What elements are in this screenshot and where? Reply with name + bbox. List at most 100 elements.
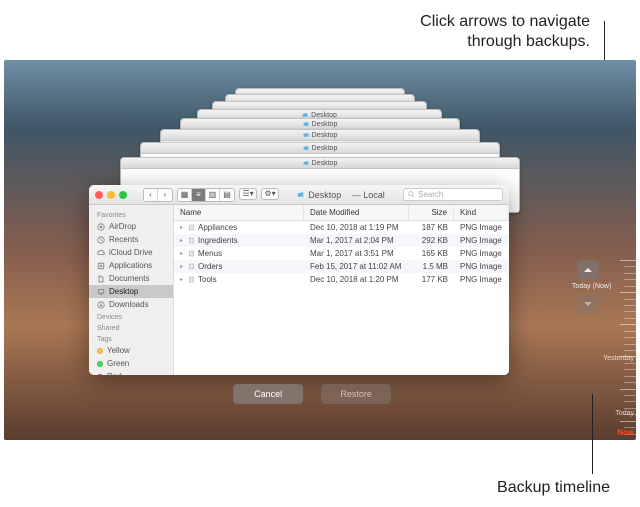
file-name: Menus bbox=[198, 249, 222, 258]
column-kind[interactable]: Kind bbox=[454, 205, 509, 220]
search-input[interactable]: Search bbox=[403, 188, 503, 201]
sidebar-item-label: Applications bbox=[109, 261, 152, 270]
disclosure-triangle-icon[interactable]: ▸ bbox=[180, 250, 185, 257]
sidebar-item-yellow[interactable]: Yellow bbox=[89, 344, 173, 357]
disclosure-triangle-icon[interactable]: ▸ bbox=[180, 276, 185, 283]
annotation-top: Click arrows to navigate through backups… bbox=[420, 12, 590, 52]
list-view-icon[interactable]: ≡ bbox=[192, 189, 206, 201]
annotation-top-text: Click arrows to navigate through backups… bbox=[420, 13, 590, 50]
file-size: 165 KB bbox=[409, 247, 454, 260]
timeline-tick bbox=[624, 286, 636, 287]
sidebar-item-documents[interactable]: Documents bbox=[89, 272, 173, 285]
tag-dot-icon bbox=[97, 361, 103, 367]
table-row[interactable]: ▸ Orders Feb 15, 2017 at 11:02 AM1.5 MBPNG… bbox=[174, 260, 509, 273]
timeline-tick bbox=[624, 344, 636, 345]
file-size: 187 KB bbox=[409, 221, 454, 234]
timeline-tick bbox=[620, 324, 636, 325]
file-icon bbox=[188, 224, 195, 231]
timeline-tick bbox=[620, 421, 636, 422]
arrange-menu[interactable]: ☰▾ bbox=[239, 188, 257, 200]
close-icon[interactable] bbox=[95, 191, 103, 199]
sidebar-item-label: AirDrop bbox=[109, 222, 136, 231]
timeline-tick bbox=[624, 305, 636, 306]
file-size: 292 KB bbox=[409, 234, 454, 247]
file-date: Feb 15, 2017 at 11:02 AM bbox=[304, 260, 409, 273]
annotation-bottom: Backup timeline bbox=[497, 479, 610, 497]
icon-view-icon[interactable]: ▦ bbox=[178, 189, 192, 201]
file-icon bbox=[188, 276, 195, 283]
sidebar-item-downloads[interactable]: Downloads bbox=[89, 298, 173, 311]
nav-newer-button[interactable] bbox=[577, 294, 599, 314]
gallery-view-icon[interactable]: ▤ bbox=[220, 189, 234, 201]
column-headers[interactable]: Name Date Modified Size Kind bbox=[174, 205, 509, 221]
file-icon bbox=[188, 237, 195, 244]
chevron-down-icon bbox=[583, 299, 593, 309]
file-name: Tools bbox=[198, 275, 217, 284]
sidebar-item-desktop[interactable]: Desktop bbox=[89, 285, 173, 298]
back-icon[interactable]: ‹ bbox=[144, 189, 158, 201]
sidebar-item-icloud-drive[interactable]: iCloud Drive bbox=[89, 246, 173, 259]
table-row[interactable]: ▸ToolsDec 10, 2018 at 1:20 PM177 KBPNG I… bbox=[174, 273, 509, 286]
column-name[interactable]: Name bbox=[174, 205, 304, 220]
folder-icon bbox=[297, 191, 304, 198]
download-icon bbox=[97, 301, 105, 309]
sidebar-item-label: Yellow bbox=[107, 346, 130, 355]
file-name: Orders bbox=[198, 262, 222, 271]
sidebar-item-red[interactable]: Red bbox=[89, 370, 173, 375]
column-view-icon[interactable]: ▥ bbox=[206, 189, 220, 201]
clock-icon bbox=[97, 236, 105, 244]
file-size: 1.5 MB bbox=[409, 260, 454, 273]
minimize-icon[interactable] bbox=[107, 191, 115, 199]
timeline-tick bbox=[620, 389, 636, 390]
sidebar-item-airdrop[interactable]: AirDrop bbox=[89, 220, 173, 233]
sidebar-item-recents[interactable]: Recents bbox=[89, 233, 173, 246]
file-icon bbox=[188, 263, 195, 270]
disclosure-triangle-icon[interactable]: ▸ bbox=[180, 237, 185, 244]
file-kind: PNG Image bbox=[454, 221, 509, 234]
column-size[interactable]: Size bbox=[409, 205, 454, 220]
folder-icon bbox=[303, 160, 309, 166]
cancel-button[interactable]: Cancel bbox=[233, 384, 303, 404]
timeline-tick bbox=[624, 350, 636, 351]
file-name: Appliances bbox=[198, 223, 237, 232]
desktop-icon bbox=[97, 288, 105, 296]
view-mode-segment[interactable]: ▦ ≡ ▥ ▤ bbox=[177, 188, 235, 202]
backup-timeline[interactable]: YesterdayTodayNow bbox=[600, 260, 636, 440]
folder-icon bbox=[303, 145, 309, 151]
nav-back-forward[interactable]: ‹ › bbox=[143, 188, 173, 202]
restore-button[interactable]: Restore bbox=[321, 384, 391, 404]
timeline-tick bbox=[624, 408, 636, 409]
zoom-icon[interactable] bbox=[119, 191, 127, 199]
sidebar-item-label: Downloads bbox=[109, 300, 149, 309]
table-row[interactable]: ▸IngredientsMar 1, 2017 at 2:04 PM292 KB… bbox=[174, 234, 509, 247]
timeline-tick bbox=[624, 311, 636, 312]
file-date: Mar 1, 2017 at 3:51 PM bbox=[304, 247, 409, 260]
sidebar-item-green[interactable]: Green bbox=[89, 357, 173, 370]
file-date: Mar 1, 2017 at 2:04 PM bbox=[304, 234, 409, 247]
disclosure-triangle-icon[interactable]: ▸ bbox=[180, 224, 185, 231]
file-kind: PNG Image bbox=[454, 234, 509, 247]
sidebar-item-label: Red bbox=[107, 372, 122, 375]
timeline-tick bbox=[624, 273, 636, 274]
file-listing: Name Date Modified Size Kind ▸ Appliances… bbox=[174, 205, 509, 375]
sidebar-heading: Favorites bbox=[89, 209, 173, 220]
time-machine-scene: Desktop Desktop Desktop Desktop Desktop … bbox=[4, 60, 636, 440]
timeline-tick bbox=[624, 331, 636, 332]
table-row[interactable]: ▸ Menus Mar 1, 2017 at 3:51 PM165 KBPNG Im… bbox=[174, 247, 509, 260]
sidebar-item-label: Green bbox=[107, 359, 129, 368]
cloud-icon bbox=[97, 249, 105, 257]
timeline-tick bbox=[624, 401, 636, 402]
timeline-now-marker: Now bbox=[617, 428, 634, 437]
action-menu[interactable]: ⚙▾ bbox=[261, 188, 279, 200]
table-row[interactable]: ▸AppliancesDec 10, 2018 at 1:19 PM187 KB… bbox=[174, 221, 509, 234]
timeline-tick bbox=[624, 363, 636, 364]
nav-older-button[interactable] bbox=[577, 260, 599, 280]
column-date[interactable]: Date Modified bbox=[304, 205, 409, 220]
disclosure-triangle-icon[interactable]: ▸ bbox=[180, 263, 185, 270]
sidebar-item-applications[interactable]: Applications bbox=[89, 259, 173, 272]
file-kind: PNG Image bbox=[454, 260, 509, 273]
chevron-up-icon bbox=[583, 265, 593, 275]
forward-icon[interactable]: › bbox=[158, 189, 172, 201]
file-kind: PNG Image bbox=[454, 247, 509, 260]
folder-icon bbox=[303, 132, 309, 138]
